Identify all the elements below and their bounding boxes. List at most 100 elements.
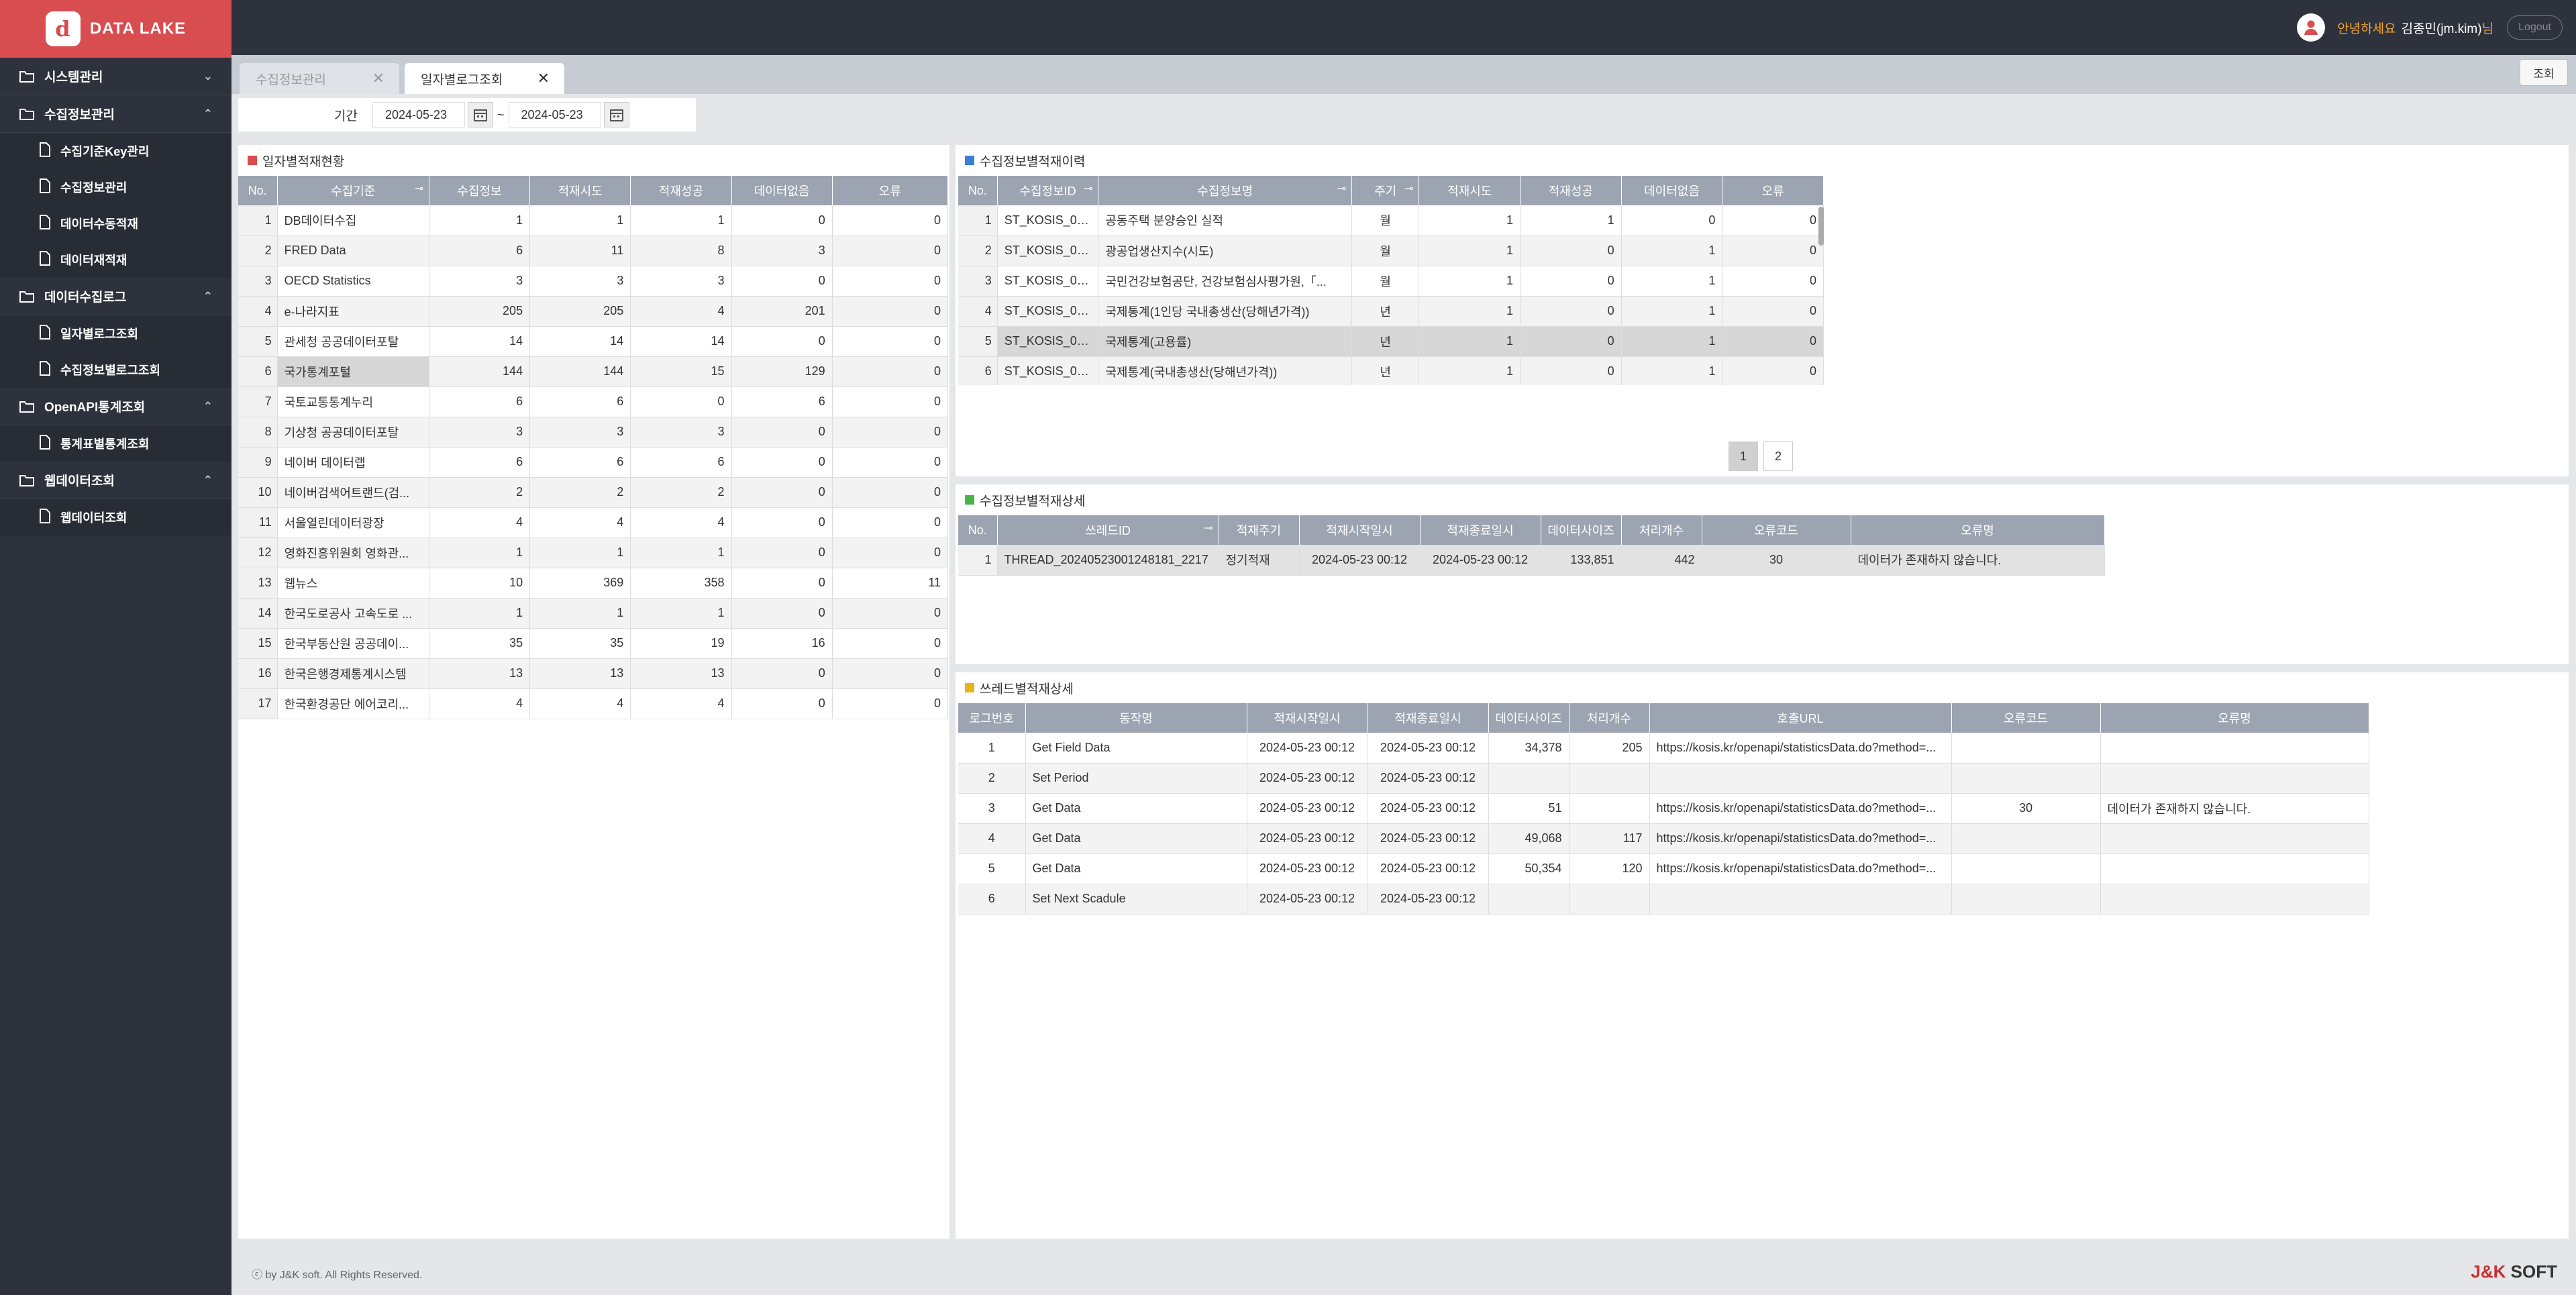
table-row[interactable]: 3 Get Data 2024-05-23 00:12 2024-05-23 00:1… xyxy=(958,793,2369,824)
column-header[interactable]: 수집정보 xyxy=(429,176,531,205)
column-header[interactable]: 오류 xyxy=(1722,176,1824,205)
column-header[interactable]: 적재성공 xyxy=(1520,176,1622,205)
column-header[interactable]: 쓰레드ID ⊸ xyxy=(997,515,1219,545)
column-header[interactable]: No. xyxy=(238,176,278,205)
column-header[interactable]: 로그번호 xyxy=(958,703,1026,733)
search-button[interactable]: 조회 xyxy=(2520,59,2568,86)
sidebar-menu-item[interactable]: 수집기준Key관리 xyxy=(0,133,231,169)
tab-collect-info[interactable]: 수집정보관리 ✕ xyxy=(240,63,399,94)
table-row[interactable]: 1 Get Field Data 2024-05-23 00:12 2024-05-2… xyxy=(958,733,2369,764)
calendar-icon[interactable] xyxy=(603,102,629,127)
column-header[interactable]: 오류코드 xyxy=(1951,703,2101,733)
column-header[interactable]: 수집정보명 ⊸ xyxy=(1098,176,1352,205)
scrollbar-thumb[interactable] xyxy=(1818,207,1824,246)
table-cell xyxy=(1569,763,1650,794)
column-header[interactable]: 데이터없음 xyxy=(1621,176,1723,205)
column-header[interactable]: 오류코드 xyxy=(1702,515,1851,545)
column-header[interactable]: 데이터사이즈 xyxy=(1541,515,1622,545)
column-header[interactable]: 적재주기 xyxy=(1219,515,1300,545)
column-header[interactable]: 적재시도 xyxy=(1419,176,1521,205)
table-row[interactable]: 6 국가통계포털 144 144 15 129 0 xyxy=(238,356,949,387)
sidebar-menu-item[interactable]: 통계표별통계조회 xyxy=(0,425,231,462)
page-button[interactable]: 1 xyxy=(1729,442,1758,471)
column-header[interactable]: 처리개수 xyxy=(1569,703,1650,733)
column-header[interactable]: 오류명 xyxy=(1851,515,2105,545)
table-row[interactable]: 4 e-나라지표 205 205 4 201 0 xyxy=(238,296,949,327)
column-header[interactable]: No. xyxy=(958,515,998,545)
page-button[interactable]: 2 xyxy=(1763,442,1793,471)
column-header[interactable]: 데이터사이즈 xyxy=(1488,703,1569,733)
sidebar-menu-item[interactable]: 데이터재적재 xyxy=(0,242,231,278)
column-header[interactable]: 동작명 xyxy=(1025,703,1247,733)
user-avatar-icon[interactable] xyxy=(2297,13,2326,42)
table-row[interactable]: 11 서울열린데이터광장 4 4 4 0 0 xyxy=(238,507,949,538)
table-row[interactable]: 10 네이버검색어트랜드(검... 2 2 2 0 0 xyxy=(238,477,949,508)
sidebar-menu-item[interactable]: 수집정보관리 xyxy=(0,169,231,205)
column-header[interactable]: 주기 ⊸ xyxy=(1351,176,1420,205)
column-header[interactable]: 적재종료일시 xyxy=(1368,703,1489,733)
table-row[interactable]: 4 ST_KOSIS_00248 국제통계(1인당 국내총생산(당해년가격)) 년 1 0… xyxy=(958,296,1824,327)
table-row[interactable]: 9 네이버 데이터랩 6 6 6 0 0 xyxy=(238,447,949,478)
table-row[interactable]: 5 ST_KOSIS_00241 국제통계(고용률) 년 1 0 1 0 xyxy=(958,326,1824,357)
column-header[interactable]: 오류명 xyxy=(2100,703,2369,733)
table-row[interactable]: 1 THREAD_20240523001248181_2217 정기적재 2024-0… xyxy=(958,545,2105,576)
table-row[interactable]: 2 FRED Data 6 11 8 3 0 xyxy=(238,236,949,266)
column-header[interactable]: 적재종료일시 xyxy=(1420,515,1541,545)
column-header[interactable]: 오류 xyxy=(832,176,949,205)
table-row[interactable]: 16 한국은행경제통계시스템 13 13 13 0 0 xyxy=(238,658,949,689)
calendar-icon[interactable] xyxy=(468,102,493,127)
menu-group[interactable]: 데이터수집로그 ⌃ xyxy=(0,278,231,315)
tab-close-icon[interactable]: ✕ xyxy=(537,70,550,87)
table-row[interactable]: 7 국토교통통계누리 6 6 0 6 0 xyxy=(238,386,949,417)
filter-icon[interactable]: ⊸ xyxy=(414,182,423,195)
tab-daily-log[interactable]: 일자별로그조회 ✕ xyxy=(405,63,564,94)
table-row[interactable]: 6 ST_KOSIS_00247 국제통계(국내총생산(당해년가격)) 년 1 0 1 0 xyxy=(958,356,1824,385)
table-row[interactable]: 12 영화진흥위원회 영화관... 1 1 1 0 0 xyxy=(238,537,949,568)
column-header[interactable]: 적재성공 xyxy=(630,176,732,205)
date-from-input[interactable]: 2024-05-23 xyxy=(372,102,465,127)
column-header[interactable]: 수집기준 ⊸ xyxy=(277,176,429,205)
column-header[interactable]: 호출URL xyxy=(1649,703,1952,733)
menu-group[interactable]: 웹데이터조회 ⌃ xyxy=(0,462,231,499)
column-header[interactable]: 수집정보ID ⊸ xyxy=(997,176,1099,205)
app-logo[interactable]: d DATA LAKE xyxy=(0,0,231,58)
column-header[interactable]: 적재시작일시 xyxy=(1247,703,1368,733)
table-row[interactable]: 5 관세청 공공데이터포탈 14 14 14 0 0 xyxy=(238,326,949,357)
menu-group[interactable]: OpenAPI통계조회 ⌃ xyxy=(0,388,231,425)
table-row[interactable]: 4 Get Data 2024-05-23 00:12 2024-05-23 00:1… xyxy=(958,823,2369,854)
table-row[interactable]: 17 한국환경공단 에어코리... 4 4 4 0 0 xyxy=(238,688,949,719)
sidebar-menu-item[interactable]: 데이터수동적재 xyxy=(0,205,231,242)
column-header[interactable]: 데이터없음 xyxy=(731,176,833,205)
table-row[interactable]: 1 DB데이터수집 1 1 1 0 0 xyxy=(238,205,949,236)
table-row[interactable]: 3 OECD Statistics 3 3 3 0 0 xyxy=(238,266,949,297)
filter-icon[interactable]: ⊸ xyxy=(1084,182,1092,195)
table-row[interactable]: 14 한국도로공사 고속도로 ... 1 1 1 0 0 xyxy=(238,598,949,629)
column-header[interactable]: 적재시도 xyxy=(529,176,631,205)
table-row[interactable]: 15 한국부동산원 공공데이... 35 35 19 16 0 xyxy=(238,628,949,659)
table-cell: 0 xyxy=(731,266,833,297)
table-row[interactable]: 2 Set Period 2024-05-23 00:12 2024-05-23 00… xyxy=(958,763,2369,794)
table-row[interactable]: 8 기상청 공공데이터포탈 3 3 3 0 0 xyxy=(238,417,949,448)
tab-close-icon[interactable]: ✕ xyxy=(372,70,384,87)
filter-icon[interactable]: ⊸ xyxy=(1404,182,1413,195)
menu-group[interactable]: 시스템관리 ⌄ xyxy=(0,58,231,95)
logout-button[interactable]: Logout xyxy=(2507,15,2563,40)
column-header[interactable]: No. xyxy=(958,176,998,205)
column-header[interactable]: 적재시작일시 xyxy=(1299,515,1421,545)
filter-icon[interactable]: ⊸ xyxy=(1204,521,1213,535)
sidebar-menu-item[interactable]: 웹데이터조회 xyxy=(0,499,231,535)
menu-group[interactable]: 수집정보관리 ⌃ xyxy=(0,95,231,133)
table-row[interactable]: 5 Get Data 2024-05-23 00:12 2024-05-23 00:1… xyxy=(958,853,2369,884)
column-header[interactable]: 처리개수 xyxy=(1621,515,1702,545)
date-to-input[interactable]: 2024-05-23 xyxy=(508,102,601,127)
sidebar-menu-item[interactable]: 수집정보별로그조회 xyxy=(0,352,231,388)
table-row[interactable]: 13 웹뉴스 10 369 358 0 11 xyxy=(238,568,949,599)
sidebar-menu-item[interactable]: 일자별로그조회 xyxy=(0,315,231,352)
filter-icon[interactable]: ⊸ xyxy=(1337,182,1346,195)
table-row[interactable]: 3 ST_KOSIS_00209 국민건강보험공단, 건강보험심사평가원,「... 월… xyxy=(958,266,1824,297)
table-row[interactable]: 2 ST_KOSIS_00202 광공업생산지수(시도) 월 1 0 1 0 xyxy=(958,236,1824,266)
table-cell: THREAD_20240523001248181_2217 xyxy=(997,545,1219,576)
table-row[interactable]: 6 Set Next Scadule 2024-05-23 00:12 2024-05… xyxy=(958,884,2369,915)
table-row[interactable]: 1 ST_KOSIS_00323 공동주택 분양승인 실적 월 1 1 0 0 xyxy=(958,205,1824,236)
history-scroll[interactable]: No. 수집정보ID ⊸ 수집정보명 ⊸ 주기 ⊸ 적재시도 적재성공 데이터없음 오류 1 ST_KO… xyxy=(958,176,1828,385)
